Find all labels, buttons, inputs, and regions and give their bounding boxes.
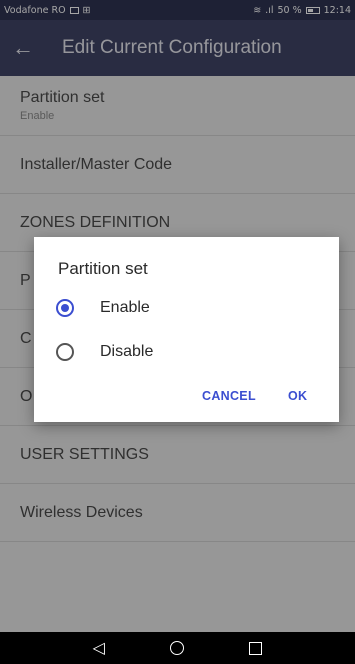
option-disable[interactable]: Disable [56,337,153,367]
dialog-title: Partition set [58,259,148,278]
home-circle-icon[interactable] [170,641,185,655]
option-label: Disable [100,343,154,360]
radio-checked-icon[interactable] [56,299,74,317]
option-enable[interactable]: Enable [56,293,150,323]
ok-button[interactable]: OK [288,389,307,403]
radio-unchecked-icon[interactable] [56,343,74,361]
cancel-button[interactable]: CANCEL [202,389,256,403]
system-nav-bar: ◁ [0,632,355,664]
partition-set-dialog: Partition set Enable Disable CANCEL OK [34,237,339,422]
recents-square-icon[interactable] [249,641,263,655]
back-triangle-icon[interactable]: ◁ [93,638,105,658]
option-label: Enable [100,299,150,316]
